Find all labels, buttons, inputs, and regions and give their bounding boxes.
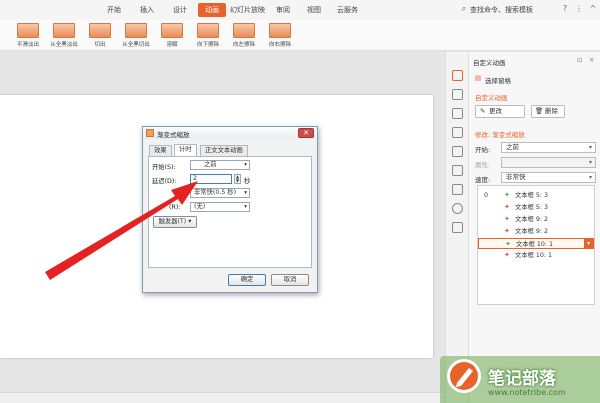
- dialog-title: 渐变式缩放: [157, 131, 190, 139]
- side-toolbar: [445, 52, 469, 403]
- share-icon[interactable]: [452, 165, 463, 176]
- exit-effect-icon: ✦: [504, 251, 510, 259]
- tab-timing[interactable]: 计时: [174, 144, 197, 156]
- delay-label: 延迟(D):: [152, 178, 177, 185]
- start-label: 开始:: [475, 146, 491, 154]
- history-icon[interactable]: [452, 184, 463, 195]
- effect-thumbnail-icon: [125, 23, 147, 38]
- speed-select[interactable]: 非常快 ▾: [501, 172, 596, 183]
- property-label: 属性:: [475, 161, 491, 169]
- more-icon[interactable]: ⋮: [574, 4, 584, 14]
- command-search[interactable]: 查找命令、搜索模板: [470, 5, 533, 15]
- menu-item-home[interactable]: 开始: [107, 5, 121, 15]
- adjust-icon[interactable]: [452, 127, 463, 138]
- ok-button[interactable]: 确定: [228, 274, 266, 286]
- menu-item-view[interactable]: 视图: [307, 5, 321, 15]
- tab-effect[interactable]: 效果: [149, 145, 172, 156]
- entrance-effect-icon: ✦: [504, 215, 510, 223]
- section-custom-animation: 自定义动画: [475, 94, 508, 102]
- chevron-down-icon[interactable]: ▾: [584, 238, 593, 249]
- custom-animation-icon[interactable]: [452, 70, 463, 81]
- close-icon[interactable]: ✕: [298, 128, 314, 138]
- list-item-selected[interactable]: ✦ 文本框 10: 1 ▾: [478, 238, 594, 249]
- exit-effect-icon: ✦: [504, 203, 510, 211]
- chevron-down-icon: ▾: [244, 162, 247, 168]
- star-icon: ✎: [480, 107, 486, 115]
- effect-thumbnail-icon: [269, 23, 291, 38]
- timing-panel: [148, 156, 312, 268]
- list-item[interactable]: ✦ 文本框 9: 2: [478, 214, 594, 225]
- menu-item-insert[interactable]: 插入: [140, 5, 154, 15]
- repeat-label: (R):: [169, 204, 181, 211]
- menu-item-slideshow[interactable]: 幻灯片放映: [230, 5, 265, 15]
- spinner-icon[interactable]: ▲ ▼: [234, 174, 241, 184]
- menu-item-animation[interactable]: 动画: [198, 3, 226, 17]
- list-item[interactable]: ✦ 文本框 5: 3: [478, 202, 594, 213]
- watermark: 笔记部落 www.notetribe.com: [440, 352, 600, 403]
- list-item[interactable]: 0 ✦ 文本框 5: 3: [478, 190, 594, 201]
- status-bar: [0, 392, 443, 403]
- start-label: 开始(S):: [152, 164, 176, 171]
- effect-thumbnail-icon: [161, 23, 183, 38]
- trash-icon: 🗑: [535, 107, 544, 115]
- start-select[interactable]: 之前 ▾: [501, 142, 596, 153]
- effect-thumbnail-icon: [53, 23, 75, 38]
- select-pane-link[interactable]: 选择窗格: [485, 75, 511, 85]
- trigger-button[interactable]: 触发器(T) ▾: [153, 216, 197, 228]
- speed-label: 速度:: [475, 176, 491, 184]
- exit-effect-icon: ✦: [504, 227, 510, 235]
- list-item[interactable]: ✦ 文本框 9: 2: [478, 226, 594, 237]
- delay-unit: 秒: [244, 178, 251, 185]
- pen-logo-icon: [447, 359, 481, 393]
- chevron-down-icon: ▾: [588, 174, 592, 181]
- effect-thumbnail-icon: [17, 23, 39, 38]
- pane-title: 自定义动画: [473, 59, 506, 67]
- menu-item-cloud[interactable]: 云服务: [337, 5, 358, 15]
- help-icon[interactable]: [452, 203, 463, 214]
- chevron-down-icon: ▾: [244, 190, 247, 196]
- list-item[interactable]: ✦ 文本框 10: 1: [478, 250, 594, 261]
- pane-close-icon[interactable]: ✕: [589, 56, 594, 64]
- help-icon[interactable]: ?: [560, 4, 570, 14]
- effect-wipe-right[interactable]: 向右擦除: [258, 23, 302, 49]
- effect-thumbnail-icon: [89, 23, 111, 38]
- delete-button[interactable]: 删除 🗑: [531, 105, 565, 118]
- chevron-down-icon: ▾: [588, 144, 592, 151]
- property-select[interactable]: ▾: [501, 157, 596, 168]
- watermark-title: 笔记部落: [488, 369, 556, 389]
- select-pane-icon[interactable]: ▤: [475, 74, 481, 82]
- animation-ribbon: 平滑淡出 从全黑淡出 切出 从全黑切出 溶解 向下擦除 向左擦除 向右擦除: [0, 20, 600, 51]
- grid-icon[interactable]: [452, 222, 463, 233]
- search-icon[interactable]: ⌕: [459, 4, 469, 14]
- cancel-button[interactable]: 取消: [271, 274, 309, 286]
- chevron-down-icon: ▾: [244, 204, 247, 210]
- animation-timing-dialog: 渐变式缩放 ✕ 效果 计时 正文文本动画 开始(S): 之前 ▾ 延迟(D): 2…: [142, 126, 318, 293]
- effect-thumbnail-icon: [233, 23, 255, 38]
- magic-icon[interactable]: [452, 146, 463, 157]
- app-icon: [146, 129, 154, 137]
- animation-list: 0 ✦ 文本框 5: 3 ✦ 文本框 5: 3 ✦ 文本框 9: 2 ✦ 文本框 9: 2…: [477, 185, 595, 305]
- menu-bar: 开始 插入 设计 动画 幻灯片放映 审阅 视图 云服务 ⌕ 查找命令、搜索模板 …: [0, 0, 600, 20]
- menu-item-review[interactable]: 审阅: [276, 5, 290, 15]
- chevron-down-icon: ▾: [188, 218, 192, 225]
- tab-text-animation[interactable]: 正文文本动画: [200, 145, 248, 156]
- shape-icon[interactable]: [452, 108, 463, 119]
- entrance-effect-icon: ✦: [504, 191, 510, 199]
- speed-select[interactable]: 非常快(0.5 秒) ▾: [190, 188, 250, 198]
- collapse-icon[interactable]: ^: [588, 4, 598, 14]
- chevron-down-icon: ▾: [588, 159, 592, 166]
- start-select[interactable]: 之前 ▾: [190, 160, 250, 170]
- repeat-select[interactable]: (无) ▾: [190, 202, 250, 212]
- menu-item-design[interactable]: 设计: [173, 5, 187, 15]
- watermark-url: www.notetribe.com: [488, 388, 566, 397]
- slide-design-icon[interactable]: [452, 89, 463, 100]
- pane-pin-icon[interactable]: ⊡: [577, 56, 582, 64]
- change-button[interactable]: 更改 ✎: [475, 105, 525, 118]
- entrance-effect-icon: ✦: [505, 240, 511, 248]
- delay-input[interactable]: 2: [190, 174, 232, 184]
- effect-thumbnail-icon: [197, 23, 219, 38]
- modify-label: 修改: 渐变式缩放: [475, 131, 525, 139]
